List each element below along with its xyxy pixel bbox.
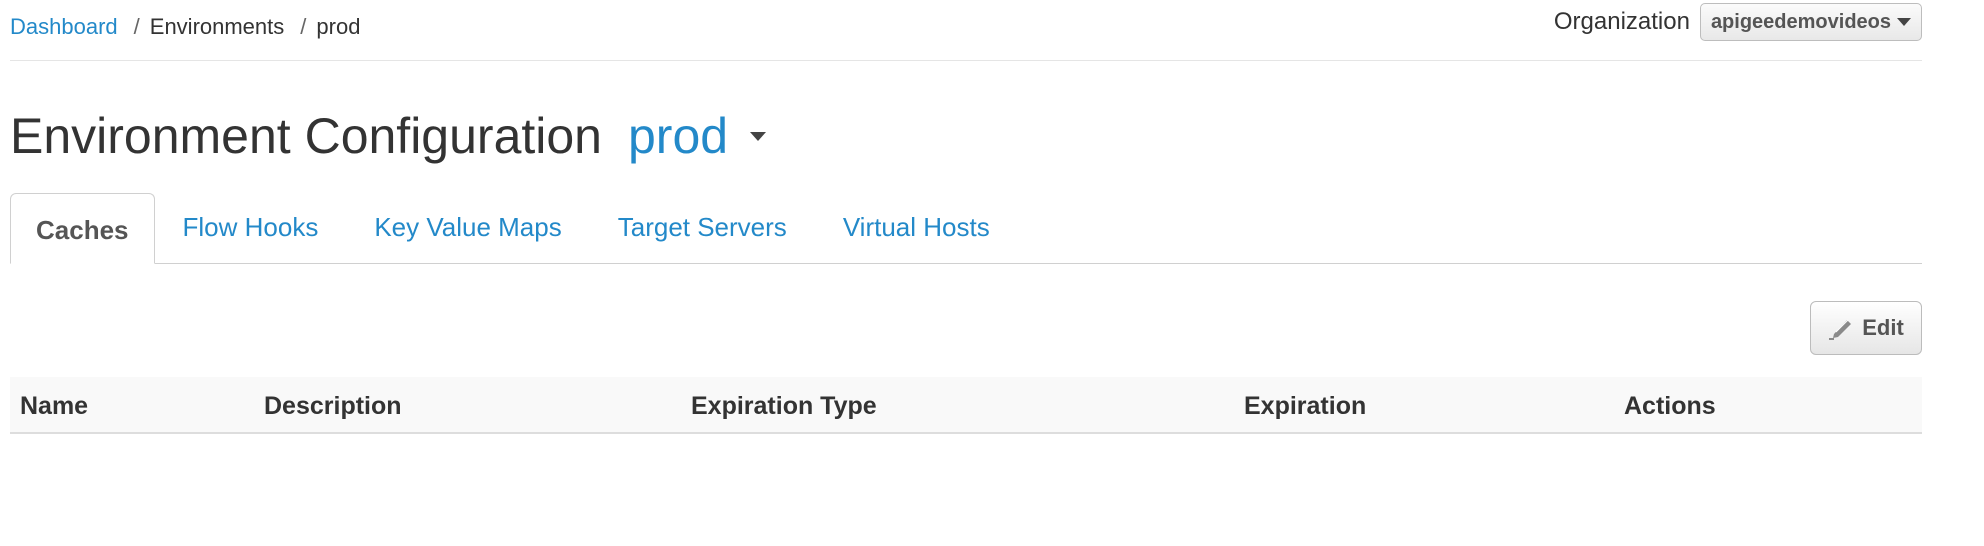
tab-caches[interactable]: Caches <box>10 193 155 264</box>
caret-down-icon <box>750 131 767 141</box>
breadcrumb-current: prod <box>316 14 361 39</box>
page-title: Environment Configuration <box>10 108 602 164</box>
column-header-actions: Actions <box>1624 392 1716 420</box>
breadcrumb-separator: / <box>133 14 140 39</box>
page: Dashboard / Environments / prod Organiza… <box>0 0 1984 546</box>
breadcrumb-separator: / <box>300 14 307 39</box>
column-header-expiration[interactable]: Expiration <box>1244 377 1366 432</box>
content: Dashboard / Environments / prod Organiza… <box>10 0 1922 434</box>
edit-button-label: Edit <box>1862 315 1904 340</box>
top-bar: Dashboard / Environments / prod Organiza… <box>10 0 1922 61</box>
breadcrumb-dashboard-link[interactable]: Dashboard <box>10 14 118 40</box>
column-header-description[interactable]: Description <box>264 377 402 432</box>
tab-flow-hooks[interactable]: Flow Hooks <box>155 193 347 263</box>
tab-bar: Caches Flow Hooks Key Value Maps Target … <box>10 193 1922 264</box>
organization-label: Organization <box>1553 8 1690 35</box>
environment-dropdown[interactable]: prod <box>628 106 767 166</box>
organization-value: apigeedemovideos <box>1710 10 1891 33</box>
organization-selector: Organization apigeedemovideos <box>1554 3 1922 41</box>
column-header-expiration-type[interactable]: Expiration Type <box>691 377 877 432</box>
caches-table: Name Description Expiration Type Expirat… <box>10 377 1922 434</box>
breadcrumb: Dashboard / Environments / prod <box>10 14 360 40</box>
breadcrumb-environments: Environments <box>149 14 285 39</box>
organization-dropdown[interactable]: apigeedemovideos <box>1699 3 1922 41</box>
tab-virtual-hosts[interactable]: Virtual Hosts <box>815 193 1018 263</box>
tab-key-value-maps[interactable]: Key Value Maps <box>346 193 589 263</box>
pencil-icon <box>1829 319 1852 340</box>
column-header-name[interactable]: Name <box>20 377 88 432</box>
title-row: Environment Configuration prod <box>10 106 767 166</box>
caret-down-icon <box>1897 18 1911 26</box>
environment-name: prod <box>628 108 729 164</box>
edit-button[interactable]: Edit <box>1810 301 1922 355</box>
tab-target-servers[interactable]: Target Servers <box>590 193 815 263</box>
